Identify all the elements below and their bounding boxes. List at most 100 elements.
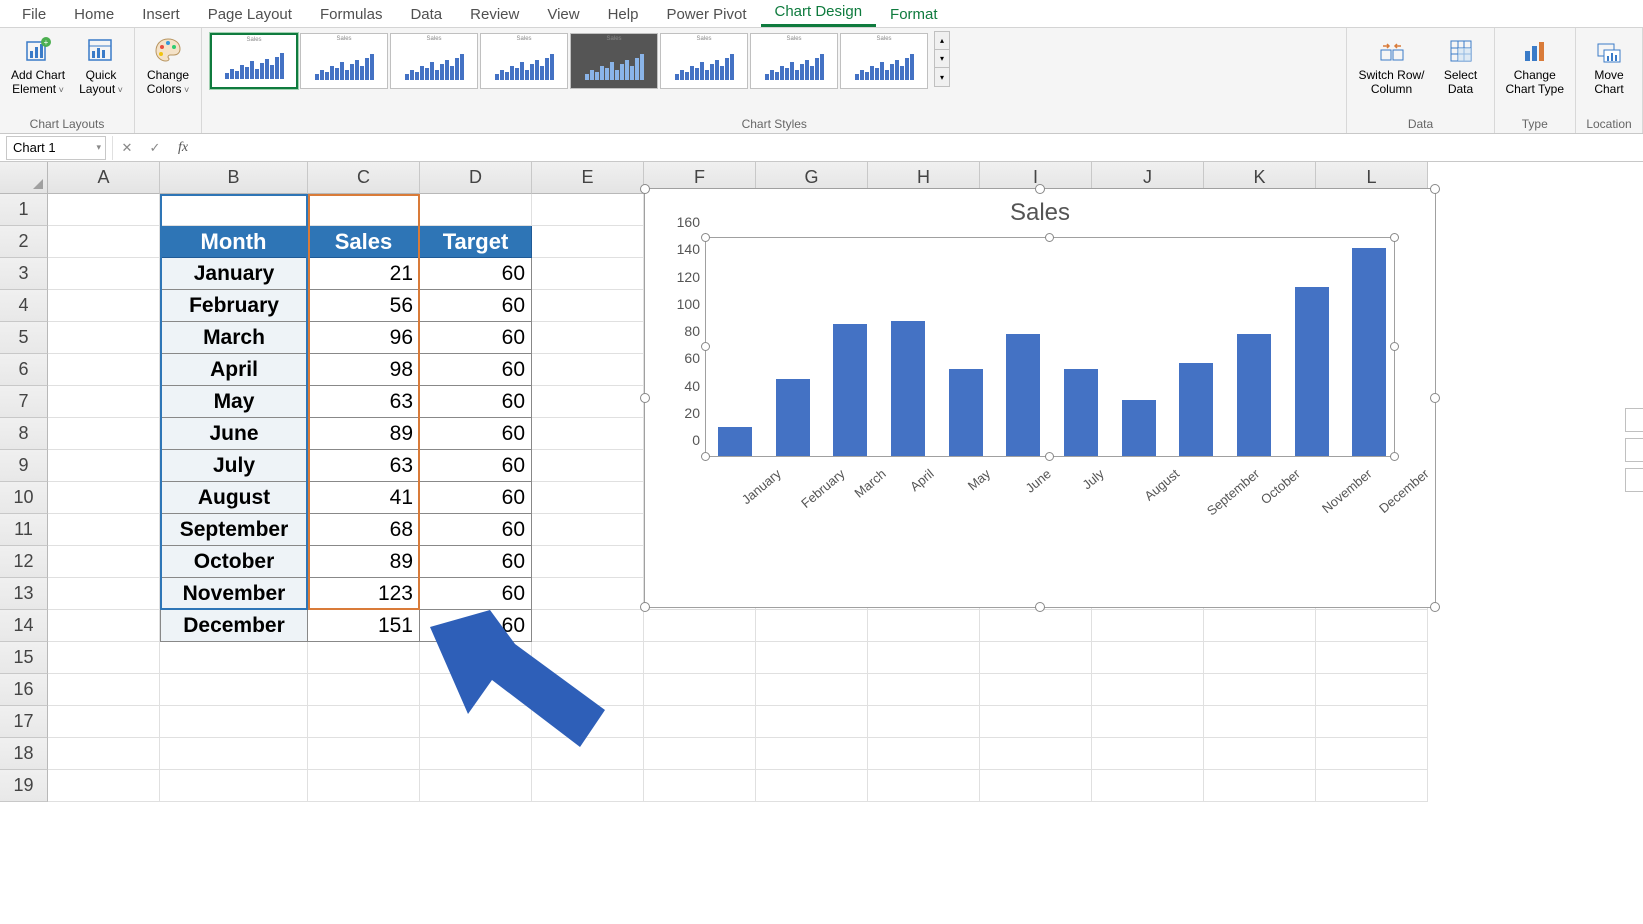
row-header-11[interactable]: 11: [0, 514, 48, 546]
cell-C19[interactable]: [308, 770, 420, 802]
cell-G17[interactable]: [756, 706, 868, 738]
row-header-7[interactable]: 7: [0, 386, 48, 418]
cell-L14[interactable]: [1316, 610, 1428, 642]
cell-J14[interactable]: [1092, 610, 1204, 642]
cell-D6[interactable]: 60: [420, 354, 532, 386]
cell-F16[interactable]: [644, 674, 756, 706]
cell-K17[interactable]: [1204, 706, 1316, 738]
row-header-15[interactable]: 15: [0, 642, 48, 674]
cell-I18[interactable]: [980, 738, 1092, 770]
add-chart-element-button[interactable]: + Add Chart Element: [6, 31, 70, 101]
cell-D1[interactable]: [420, 194, 532, 226]
cell-H18[interactable]: [868, 738, 980, 770]
bar-july[interactable]: [1064, 369, 1098, 456]
bar-may[interactable]: [949, 369, 983, 456]
column-header-C[interactable]: C: [308, 162, 420, 194]
cell-E2[interactable]: [532, 226, 644, 258]
cell-D2[interactable]: Target: [420, 226, 532, 258]
tab-file[interactable]: File: [8, 2, 60, 27]
resize-handle-nw[interactable]: [640, 184, 650, 194]
cell-A3[interactable]: [48, 258, 160, 290]
formula-cancel-button[interactable]: ✕: [113, 136, 141, 160]
plot-handle[interactable]: [701, 452, 710, 461]
cell-F18[interactable]: [644, 738, 756, 770]
cell-H19[interactable]: [868, 770, 980, 802]
resize-handle-ne[interactable]: [1430, 184, 1440, 194]
cell-E6[interactable]: [532, 354, 644, 386]
resize-handle-se[interactable]: [1430, 602, 1440, 612]
bar-january[interactable]: [718, 427, 752, 456]
cell-F17[interactable]: [644, 706, 756, 738]
chart-style-8[interactable]: Sales: [840, 33, 928, 89]
cell-D8[interactable]: 60: [420, 418, 532, 450]
cell-J15[interactable]: [1092, 642, 1204, 674]
resize-handle-n[interactable]: [1035, 184, 1045, 194]
cell-A7[interactable]: [48, 386, 160, 418]
change-colors-button[interactable]: Change Colors: [141, 31, 195, 101]
cell-C15[interactable]: [308, 642, 420, 674]
select-all-corner[interactable]: [0, 162, 48, 194]
cell-B15[interactable]: [160, 642, 308, 674]
chart-style-3[interactable]: Sales: [390, 33, 478, 89]
cell-G18[interactable]: [756, 738, 868, 770]
cell-B3[interactable]: January: [160, 258, 308, 290]
cell-B19[interactable]: [160, 770, 308, 802]
column-header-D[interactable]: D: [420, 162, 532, 194]
cell-F14[interactable]: [644, 610, 756, 642]
cell-A4[interactable]: [48, 290, 160, 322]
cell-A10[interactable]: [48, 482, 160, 514]
cell-B9[interactable]: July: [160, 450, 308, 482]
gallery-more-button[interactable]: ▾: [935, 68, 949, 86]
cell-B13[interactable]: November: [160, 578, 308, 610]
cell-C17[interactable]: [308, 706, 420, 738]
plot-handle[interactable]: [1390, 342, 1399, 351]
cell-H16[interactable]: [868, 674, 980, 706]
row-header-6[interactable]: 6: [0, 354, 48, 386]
cell-A5[interactable]: [48, 322, 160, 354]
chart-style-6[interactable]: Sales: [660, 33, 748, 89]
row-header-5[interactable]: 5: [0, 322, 48, 354]
cell-A14[interactable]: [48, 610, 160, 642]
chart-style-5[interactable]: Sales: [570, 33, 658, 89]
chart-object[interactable]: Sales 020406080100120140160JanuaryFebrua…: [644, 188, 1436, 608]
cell-L15[interactable]: [1316, 642, 1428, 674]
cell-A13[interactable]: [48, 578, 160, 610]
row-header-2[interactable]: 2: [0, 226, 48, 258]
quick-layout-button[interactable]: Quick Layout: [74, 31, 128, 101]
bar-march[interactable]: [833, 324, 867, 456]
cell-K14[interactable]: [1204, 610, 1316, 642]
cell-L18[interactable]: [1316, 738, 1428, 770]
row-header-8[interactable]: 8: [0, 418, 48, 450]
cell-K16[interactable]: [1204, 674, 1316, 706]
chart-title[interactable]: Sales: [645, 189, 1435, 231]
cell-C13[interactable]: 123: [308, 578, 420, 610]
cell-D3[interactable]: 60: [420, 258, 532, 290]
cell-A11[interactable]: [48, 514, 160, 546]
cell-E3[interactable]: [532, 258, 644, 290]
resize-handle-s[interactable]: [1035, 602, 1045, 612]
column-header-E[interactable]: E: [532, 162, 644, 194]
row-header-19[interactable]: 19: [0, 770, 48, 802]
cell-B7[interactable]: May: [160, 386, 308, 418]
cell-C2[interactable]: Sales: [308, 226, 420, 258]
plot-handle[interactable]: [701, 342, 710, 351]
resize-handle-e[interactable]: [1430, 393, 1440, 403]
change-chart-type-button[interactable]: Change Chart Type: [1501, 31, 1569, 101]
name-box[interactable]: Chart 1: [6, 136, 106, 160]
cell-D7[interactable]: 60: [420, 386, 532, 418]
cell-E5[interactable]: [532, 322, 644, 354]
row-header-17[interactable]: 17: [0, 706, 48, 738]
bar-august[interactable]: [1122, 400, 1156, 456]
cell-I14[interactable]: [980, 610, 1092, 642]
cell-C4[interactable]: 56: [308, 290, 420, 322]
cell-B12[interactable]: October: [160, 546, 308, 578]
row-header-16[interactable]: 16: [0, 674, 48, 706]
chart-style-7[interactable]: Sales: [750, 33, 838, 89]
tab-formulas[interactable]: Formulas: [306, 2, 397, 27]
chart-style-4[interactable]: Sales: [480, 33, 568, 89]
cell-L17[interactable]: [1316, 706, 1428, 738]
cell-C18[interactable]: [308, 738, 420, 770]
cell-L16[interactable]: [1316, 674, 1428, 706]
cell-G16[interactable]: [756, 674, 868, 706]
tab-home[interactable]: Home: [60, 2, 128, 27]
